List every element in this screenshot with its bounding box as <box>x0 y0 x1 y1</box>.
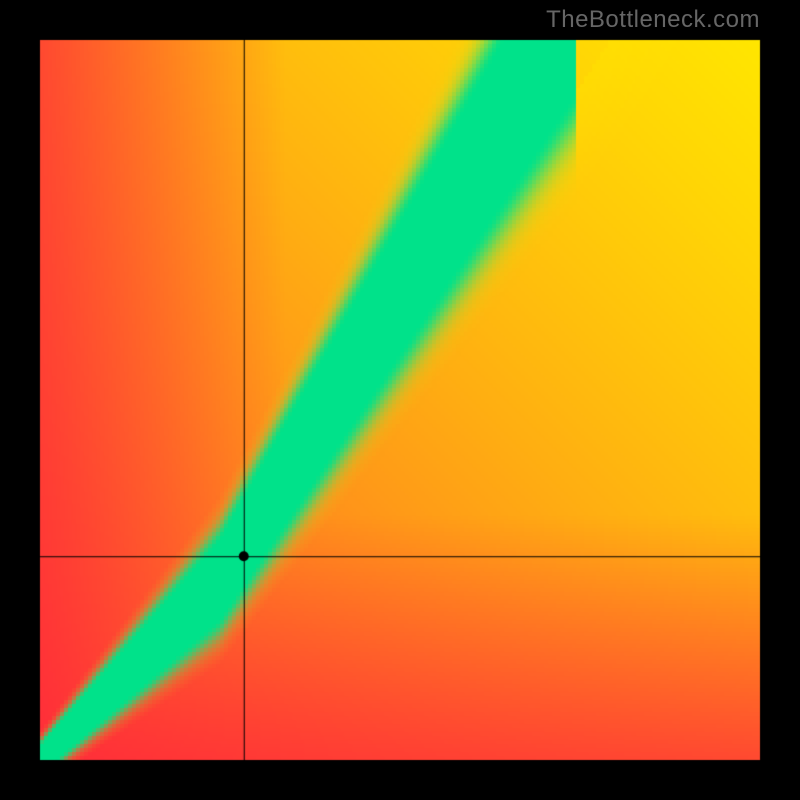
heatmap-canvas <box>0 0 800 800</box>
watermark-text: TheBottleneck.com <box>546 6 760 34</box>
